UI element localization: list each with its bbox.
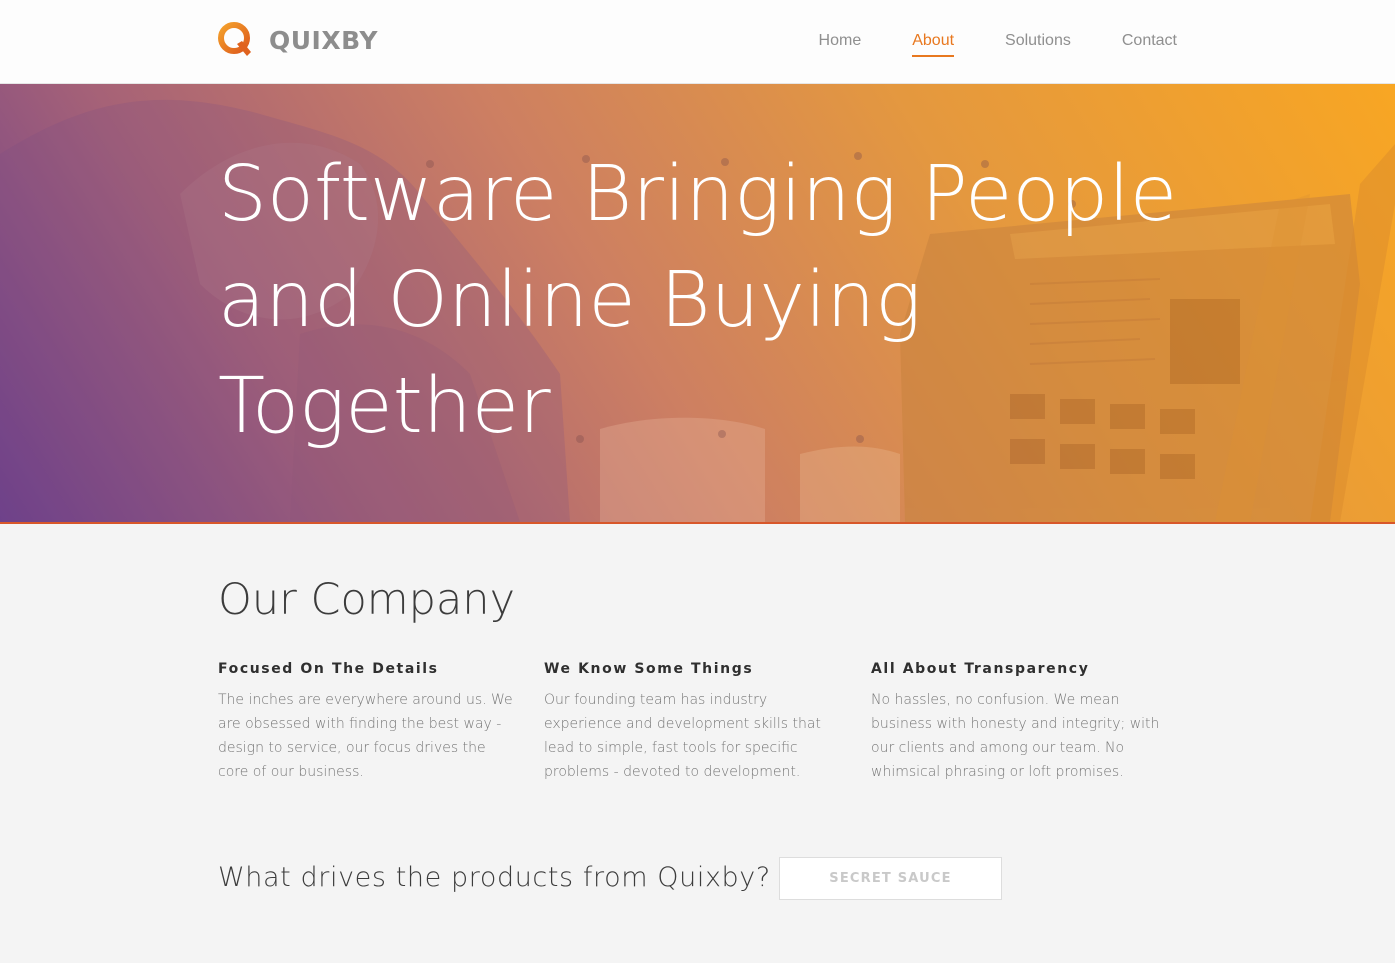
nav-solutions[interactable]: Solutions — [1005, 32, 1071, 57]
nav-home[interactable]: Home — [819, 32, 862, 57]
feature-text: Our founding team has industry experienc… — [544, 692, 821, 780]
nav-about[interactable]: About — [912, 32, 955, 57]
feature-heading: We Know Some Things — [544, 661, 754, 677]
site-header: QUIXBY Home About Solutions Contact — [0, 0, 1395, 84]
feature-text: The inches are everywhere around us. We … — [218, 692, 513, 780]
feature-heading: Focused On The Details — [218, 661, 439, 677]
logo-text: QUIXBY — [269, 25, 378, 55]
feature-text: No hassles, no confusion. We mean busine… — [871, 692, 1160, 780]
our-company-title: Our Company — [218, 575, 516, 625]
feature-column-knowledge: We Know Some Things Our founding team ha… — [544, 661, 844, 784]
quixby-q-logo-icon — [218, 22, 251, 56]
main-nav: Home About Solutions Contact — [768, 32, 1177, 57]
logo[interactable]: QUIXBY — [218, 22, 378, 58]
feature-column-transparency: All About Transparency No hassles, no co… — [871, 661, 1171, 784]
feature-column-details: Focused On The Details The inches are ev… — [218, 661, 518, 784]
nav-contact[interactable]: Contact — [1122, 32, 1177, 57]
hero-title: Software Bringing People and Online Buyi… — [218, 150, 1178, 451]
secret-sauce-button[interactable]: SECRET SAUCE — [779, 857, 1002, 900]
hero-banner: Software Bringing People and Online Buyi… — [0, 84, 1395, 524]
cta-question: What drives the products from Quixby? — [218, 862, 771, 893]
feature-heading: All About Transparency — [871, 661, 1090, 677]
